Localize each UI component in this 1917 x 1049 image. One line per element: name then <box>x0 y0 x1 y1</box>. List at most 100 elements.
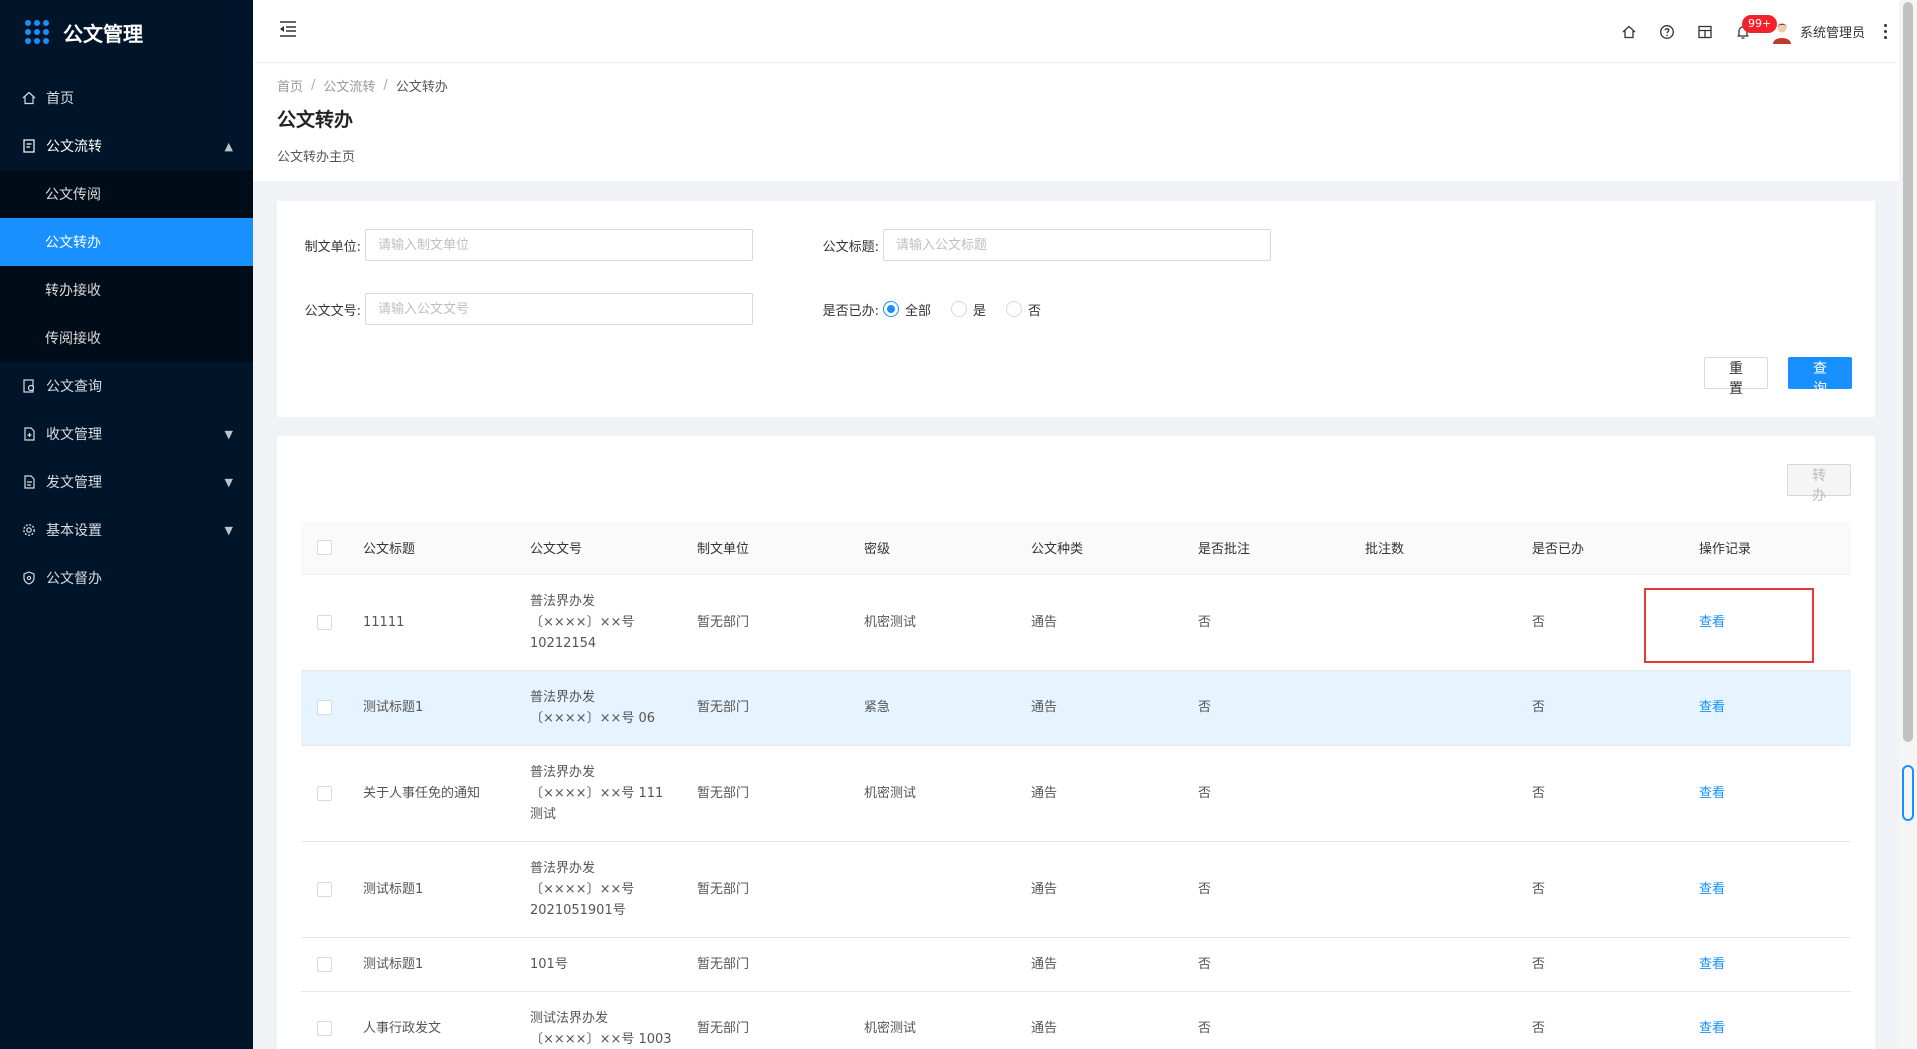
cell-annotation-count <box>1353 991 1520 1049</box>
sidebar-item-label: 传阅接收 <box>45 331 101 347</box>
more-vertical-icon[interactable] <box>1875 24 1895 39</box>
cell-kind: 通告 <box>1019 991 1186 1049</box>
cell-done: 否 <box>1520 574 1687 671</box>
col-kind[interactable]: 公文种类 <box>1019 522 1186 575</box>
done-label: 是否已办: <box>822 303 879 319</box>
menu-fold-icon[interactable] <box>278 20 298 42</box>
sidebar-item-settings[interactable]: 基本设置 ▼ <box>0 506 253 554</box>
scrollbar-thumb[interactable] <box>1903 2 1913 742</box>
row-checkbox[interactable] <box>317 785 332 801</box>
cell-annotation-count <box>1353 670 1520 746</box>
sidebar-item-outgoing[interactable]: 发文管理 ▼ <box>0 458 253 506</box>
row-select-cell <box>301 991 351 1049</box>
radio-no[interactable]: 否 <box>1006 300 1041 319</box>
radio-all[interactable]: 全部 <box>883 300 931 319</box>
sidebar-item-label: 发文管理 <box>46 475 102 491</box>
table-header-row: 公文标题 公文文号 制文单位 密级 公文种类 是否批注 批注数 是否已办 操作记… <box>301 522 1851 575</box>
table-row[interactable]: 11111 普法界办发 〔××××〕××号 10212154 暂无部门 机密测试 通… <box>301 574 1851 671</box>
unit-input[interactable] <box>365 229 753 261</box>
app-logo[interactable]: 公文管理 <box>0 0 253 64</box>
cell-title: 人事行政发文 <box>351 991 518 1049</box>
row-checkbox[interactable] <box>317 700 332 715</box>
col-annotated[interactable]: 是否批注 <box>1186 522 1353 575</box>
select-all-checkbox[interactable] <box>317 540 332 556</box>
row-checkbox[interactable] <box>317 956 332 972</box>
sidebar-item-incoming[interactable]: 收文管理 ▼ <box>0 410 253 458</box>
table-row[interactable]: 测试标题1 普法界办发 〔××××〕××号 2021051901号 暂无部门 通告 … <box>301 841 1851 938</box>
sidebar-item-circulate-receive[interactable]: 传阅接收 <box>0 314 253 362</box>
chevron-down-icon: ▼ <box>224 427 233 441</box>
transfer-button[interactable]: 转 办 <box>1787 464 1851 504</box>
col-number[interactable]: 公文文号 <box>518 522 685 575</box>
view-record-link[interactable]: 查看 <box>1699 615 1725 630</box>
sidebar-item-transfer-receive[interactable]: 转办接收 <box>0 266 253 314</box>
cell-secret <box>852 937 1019 992</box>
notification-badge: 99+ <box>1741 14 1778 33</box>
cell-action: 查看 <box>1687 991 1851 1049</box>
row-select-cell <box>301 745 351 842</box>
layout-icon[interactable] <box>1686 12 1724 52</box>
sidebar-item-document-flow[interactable]: 公文流转 ▲ <box>0 122 253 170</box>
view-record-link[interactable]: 查看 <box>1699 786 1725 801</box>
sidebar-item-document-query[interactable]: 公文查询 <box>0 362 253 410</box>
row-select-cell <box>301 937 351 992</box>
unit-field-row: 制文单位: <box>277 229 753 261</box>
query-button[interactable]: 查 询 <box>1788 357 1852 397</box>
number-input[interactable] <box>365 293 753 325</box>
col-annotation-count[interactable]: 批注数 <box>1353 522 1520 575</box>
sidebar-item-circulate[interactable]: 公文传阅 <box>0 170 253 218</box>
help-icon[interactable] <box>1648 12 1686 52</box>
home-icon[interactable] <box>1610 12 1648 52</box>
cell-done: 否 <box>1520 670 1687 746</box>
scroll-handle[interactable] <box>1902 765 1914 821</box>
reset-button[interactable]: 重 置 <box>1704 357 1768 397</box>
cell-number-line: 普法界办发 <box>530 860 596 876</box>
title-input[interactable] <box>883 229 1271 261</box>
cell-annotation-count <box>1353 937 1520 992</box>
col-unit[interactable]: 制文单位 <box>685 522 852 575</box>
page-scrollbar[interactable] <box>1899 0 1917 1049</box>
sidebar-item-transfer[interactable]: 公文转办 <box>0 218 253 266</box>
cell-unit: 暂无部门 <box>685 745 852 842</box>
view-record-link[interactable]: 查看 <box>1699 1021 1725 1036</box>
bell-icon[interactable]: 99+ <box>1724 12 1778 52</box>
breadcrumb-separator: / <box>383 78 388 93</box>
cell-action: 查看 <box>1687 841 1851 938</box>
col-title[interactable]: 公文标题 <box>351 522 518 575</box>
done-field-row: 是否已办: 全部 是 否 <box>795 293 1061 325</box>
sidebar-item-supervise[interactable]: 公文督办 <box>0 554 253 602</box>
table-row[interactable]: 人事行政发文 测试法界办发 〔××××〕××号 1003 暂无部门 机密测试 通告… <box>301 991 1851 1049</box>
row-checkbox[interactable] <box>317 881 332 897</box>
radio-circle <box>951 301 968 317</box>
cell-number-line: 101号 <box>530 956 568 972</box>
cell-secret: 紧急 <box>852 670 1019 746</box>
view-record-link[interactable]: 查看 <box>1699 882 1725 897</box>
chevron-down-icon: ▼ <box>224 475 233 489</box>
radio-yes[interactable]: 是 <box>951 300 986 319</box>
chevron-down-icon: ▼ <box>224 523 233 537</box>
view-record-link[interactable]: 查看 <box>1699 957 1725 972</box>
breadcrumb-current: 公文转办 <box>395 80 448 95</box>
table-row[interactable]: 关于人事任免的通知 普法界办发 〔××××〕××号 111 测试 暂无部门 机密测试… <box>301 745 1851 842</box>
chevron-up-icon: ▲ <box>224 139 233 153</box>
breadcrumb-home[interactable]: 首页 <box>277 76 303 95</box>
row-checkbox[interactable] <box>317 1021 332 1036</box>
user-menu[interactable]: 系统管理员 <box>1770 20 1865 44</box>
sidebar-item-home[interactable]: 首页 <box>0 74 253 122</box>
shield-icon <box>22 571 36 585</box>
row-checkbox[interactable] <box>317 614 332 630</box>
inbox-icon <box>22 427 36 441</box>
view-record-link[interactable]: 查看 <box>1699 700 1725 715</box>
breadcrumb-document-flow[interactable]: 公文流转 <box>323 76 375 95</box>
cell-action: 查看 <box>1687 670 1851 746</box>
cell-action: 查看 <box>1687 745 1851 842</box>
cell-number: 测试法界办发 〔××××〕××号 1003 <box>518 991 685 1049</box>
col-secret[interactable]: 密级 <box>852 522 1019 575</box>
table-row[interactable]: 测试标题1 普法界办发 〔××××〕××号 06 暂无部门 紧急 通告 否 否 查… <box>301 670 1851 746</box>
document-icon <box>22 139 36 153</box>
row-select-cell <box>301 670 351 746</box>
col-done[interactable]: 是否已办 <box>1520 522 1687 575</box>
unit-label: 制文单位: <box>304 239 361 255</box>
cell-title: 测试标题1 <box>351 937 518 992</box>
table-row[interactable]: 测试标题1 101号 暂无部门 通告 否 否 查看 <box>301 937 1851 992</box>
